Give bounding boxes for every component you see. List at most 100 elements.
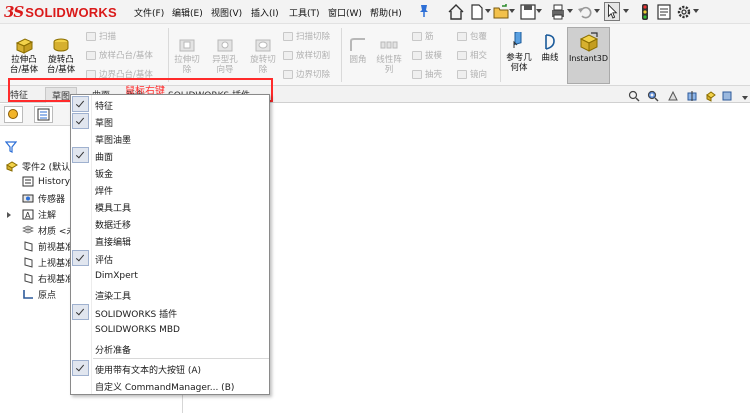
ctx-item-dimxpert[interactable]: DimXpert (71, 268, 269, 285)
ctx-item-sketch-ink[interactable]: 草图油墨 (71, 130, 269, 147)
rib-button[interactable]: 筋 (412, 30, 434, 42)
feature-manager-tab[interactable] (4, 106, 23, 123)
menu-window[interactable]: 窗口(W) (328, 6, 362, 19)
open-dropdown-arrow[interactable] (509, 9, 515, 13)
solidworks-logo[interactable]: 3S SOLIDWORKS (4, 3, 117, 21)
ctx-item-data-migration[interactable]: 数据迁移 (71, 215, 269, 232)
rebuild-traffic-light-icon[interactable] (636, 3, 654, 21)
extrude-boss-button[interactable]: 拉伸凸 台/基体 (6, 36, 42, 75)
file-properties-icon[interactable] (655, 3, 673, 21)
curves-button[interactable]: 曲线 (537, 32, 563, 63)
tree-annotations-label: 注解 (38, 211, 57, 221)
ctx-item-customize-commandmanager[interactable]: 自定义 CommandManager... (B) (71, 377, 269, 394)
sweep-button[interactable]: 扫描 (86, 30, 116, 42)
swept-cut-icon (283, 31, 293, 41)
property-manager-tab[interactable] (34, 106, 53, 123)
new-document-icon[interactable] (468, 3, 486, 21)
lofted-cut-button[interactable]: 放样切割 (283, 49, 330, 61)
zoom-to-area-icon[interactable] (647, 90, 659, 102)
intersect-label: 相交 (470, 51, 488, 61)
ctx-item-render-tools[interactable]: 渲染工具 (71, 286, 269, 303)
mirror-button[interactable]: 镜向 (457, 68, 487, 80)
tree-expand-arrow[interactable] (7, 212, 11, 218)
origin-icon (23, 290, 33, 299)
svg-text:A: A (25, 211, 31, 220)
tree-item-annotations[interactable]: A 注解 (22, 208, 56, 221)
options-dropdown-arrow[interactable] (693, 9, 699, 13)
tree-item-origin[interactable]: 原点 (22, 288, 56, 301)
tree-item-sensors[interactable]: 传感器 (22, 192, 65, 205)
view-more-dropdown-arrow[interactable] (742, 96, 748, 100)
boundary-cut-button[interactable]: 边界切除 (283, 68, 330, 80)
intersect-button[interactable]: 相交 (457, 49, 487, 61)
instant3d-button[interactable]: Instant3D (567, 27, 610, 84)
linear-pattern-label: 线性阵 列 (376, 55, 402, 75)
options-gear-icon[interactable] (675, 3, 693, 21)
undo-icon[interactable] (576, 3, 594, 21)
draft-button[interactable]: 拔模 (412, 49, 442, 61)
ctx-item-large-buttons-with-text[interactable]: 使用带有文本的大按钮 (A) (71, 360, 269, 377)
revolve-cut-button[interactable]: 旋转切 除 (246, 36, 280, 75)
tree-part-root[interactable]: 零件2 (默认 (6, 160, 70, 173)
extrude-cut-button[interactable]: 拉伸切 除 (170, 36, 204, 75)
previous-view-icon[interactable] (667, 90, 679, 102)
shell-button[interactable]: 抽壳 (412, 68, 442, 80)
zoom-to-fit-icon[interactable] (628, 90, 640, 102)
swept-cut-button[interactable]: 扫描切除 (283, 30, 330, 42)
fillet-button[interactable]: 圆角 (345, 36, 371, 65)
undo-dropdown-arrow[interactable] (594, 9, 600, 13)
sensor-icon (22, 194, 34, 203)
menu-view[interactable]: 视图(V) (211, 6, 242, 19)
ctx-item-evaluate[interactable]: 评估 (71, 250, 269, 267)
view-orientation-icon[interactable] (705, 90, 717, 102)
instant3d-icon (579, 32, 598, 52)
rib-icon (412, 31, 422, 41)
reference-geometry-icon (513, 32, 522, 48)
ctx-item-mold-tools[interactable]: 模具工具 (71, 198, 269, 215)
ctx-item-solidworks-mbd[interactable]: SOLIDWORKS MBD (71, 322, 269, 339)
filter-icon[interactable] (5, 141, 17, 153)
open-folder-icon[interactable] (492, 3, 510, 21)
tree-item-history[interactable]: History (22, 176, 70, 187)
linear-pattern-button[interactable]: 线性阵 列 (374, 36, 404, 75)
save-dropdown-arrow[interactable] (536, 9, 542, 13)
reference-geometry-button[interactable]: 参考几 何体 (504, 32, 534, 73)
revolve-boss-button[interactable]: 旋转凸 台/基体 (43, 36, 79, 75)
menu-insert[interactable]: 插入(I) (251, 6, 279, 19)
menu-file[interactable]: 文件(F) (134, 6, 164, 19)
ctx-item-solidworks-addins[interactable]: SOLIDWORKS 插件 (71, 304, 269, 321)
menu-tools[interactable]: 工具(T) (289, 6, 320, 19)
new-dropdown-arrow[interactable] (485, 9, 491, 13)
tree-item-front-plane[interactable]: 前视基准 (22, 240, 74, 253)
tree-item-right-plane[interactable]: 右视基准 (22, 272, 74, 285)
ctx-item-sketch[interactable]: 草图 (71, 113, 269, 130)
revolve-boss-icon (53, 38, 69, 52)
ctx-item-weldments[interactable]: 焊件 (71, 181, 269, 198)
menu-help[interactable]: 帮助(H) (370, 6, 402, 19)
ctx-item-features[interactable]: 特征 (71, 96, 269, 113)
ctx-item-sheetmetal[interactable]: 钣金 (71, 164, 269, 181)
wrap-icon (457, 31, 467, 41)
tree-item-top-plane[interactable]: 上视基准 (22, 256, 74, 269)
ctx-item-direct-editing[interactable]: 直接编辑 (71, 232, 269, 249)
pin-icon[interactable] (418, 4, 430, 18)
loft-boss-button[interactable]: 放样凸台/基体 (86, 49, 153, 61)
menu-edit[interactable]: 编辑(E) (172, 6, 203, 19)
tree-item-material[interactable]: 材质 <未 (22, 224, 75, 237)
ctx-item-label: SOLIDWORKS MBD (95, 325, 180, 335)
select-cursor-icon[interactable] (604, 2, 620, 21)
print-dropdown-arrow[interactable] (567, 9, 573, 13)
save-icon[interactable] (519, 3, 537, 21)
select-dropdown-arrow[interactable] (623, 9, 629, 13)
print-icon[interactable] (549, 3, 567, 21)
hole-wizard-button[interactable]: 异型孔 向导 (208, 36, 242, 75)
ctx-item-analysis-prep[interactable]: 分析准备 (71, 340, 269, 357)
ctx-item-label: 使用带有文本的大按钮 (A) (95, 366, 202, 376)
vertical-scrollbar[interactable] (738, 104, 750, 413)
wrap-button[interactable]: 包覆 (457, 30, 487, 42)
home-icon[interactable] (447, 3, 465, 21)
display-style-icon[interactable] (721, 90, 733, 102)
section-view-icon[interactable] (686, 90, 698, 102)
ctx-item-label: SOLIDWORKS 插件 (95, 310, 178, 320)
ctx-item-surfaces[interactable]: 曲面 (71, 147, 269, 164)
